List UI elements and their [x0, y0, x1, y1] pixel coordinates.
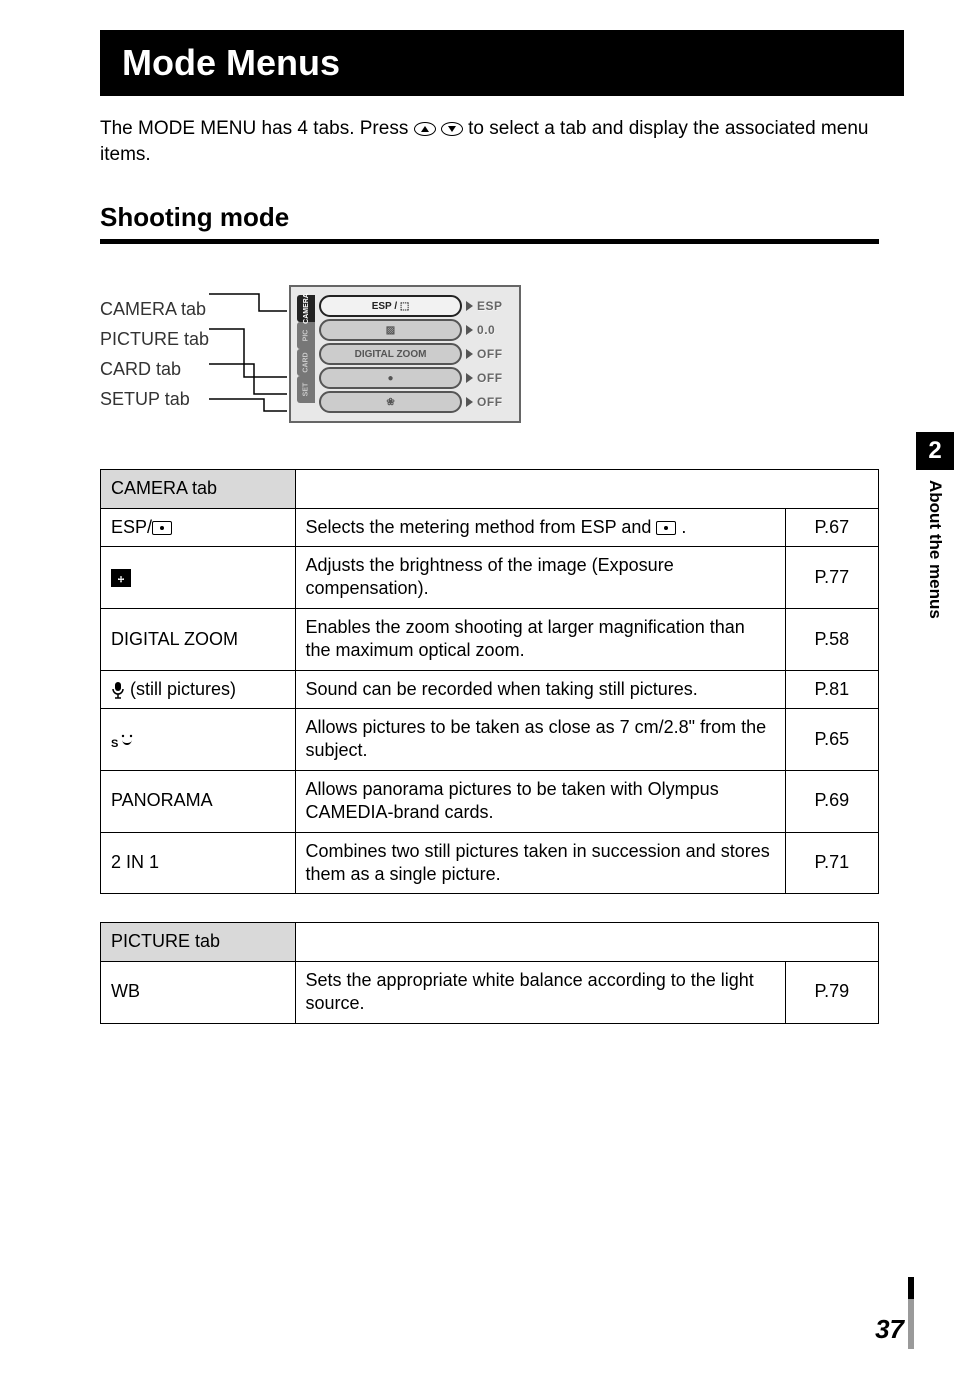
blank-cell [295, 923, 879, 961]
row-name: PANORAMA [101, 770, 296, 832]
page-title: Mode Menus [100, 30, 904, 96]
picture-tab-header: PICTURE tab [101, 923, 296, 961]
camera-tab-header: CAMERA tab [101, 470, 296, 508]
lcd-row: ❀OFF [319, 391, 507, 413]
diagram-label-card: CARD tab [100, 359, 209, 380]
table-row: 2 IN 1 Combines two still pictures taken… [101, 832, 879, 894]
row-page: P.77 [785, 547, 878, 609]
diagram-label-camera: CAMERA tab [100, 299, 209, 320]
row-desc-b: . [676, 517, 686, 537]
row-desc: Sound can be recorded when taking still … [295, 670, 785, 708]
chapter-number: 2 [916, 432, 954, 470]
lcd-row: ▨0.0 [319, 319, 507, 341]
lcd-tab-camera: CAMERA [297, 295, 315, 322]
row-page: P.79 [785, 961, 878, 1023]
camera-tab-table: CAMERA tab ESP/ Selects the metering met… [100, 469, 879, 894]
row-page: P.69 [785, 770, 878, 832]
lcd-row: ●OFF [319, 367, 507, 389]
table-row: PANORAMA Allows panorama pictures to be … [101, 770, 879, 832]
lcd-tab-pic: PIC [297, 322, 315, 349]
triangle-icon [466, 325, 473, 335]
row-desc: Enables the zoom shooting at larger magn… [295, 608, 785, 670]
svg-text:S: S [111, 738, 118, 750]
table-row: ESP/ Selects the metering method from ES… [101, 508, 879, 546]
row-desc: Sets the appropriate white balance accor… [295, 961, 785, 1023]
table-row: (still pictures) Sound can be recorded w… [101, 670, 879, 708]
nav-up-icon [414, 122, 436, 136]
row-desc: Adjusts the brightness of the image (Exp… [295, 547, 785, 609]
nav-down-icon [441, 122, 463, 136]
intro-part-a: The MODE MENU has 4 tabs. Press [100, 118, 414, 139]
row-name: DIGITAL ZOOM [101, 608, 296, 670]
section-heading: Shooting mode [100, 202, 879, 244]
super-macro-icon: S [111, 730, 137, 750]
diagram-label-setup: SETUP tab [100, 389, 209, 410]
row-page: P.65 [785, 709, 878, 771]
connector-lines [209, 279, 289, 429]
triangle-icon [466, 349, 473, 359]
row-name: WB [101, 961, 296, 1023]
page-number: 37 [875, 1314, 904, 1345]
intro-text: The MODE MENU has 4 tabs. Press to selec… [100, 116, 879, 167]
row-desc: Combines two still pictures taken in suc… [295, 832, 785, 894]
row-name: (still pictures) [130, 679, 236, 699]
row-desc: Allows pictures to be taken as close as … [295, 709, 785, 771]
lcd-tab-set: SET [297, 376, 315, 403]
row-desc: Allows panorama pictures to be taken wit… [295, 770, 785, 832]
row-name: ESP/ [111, 517, 152, 537]
tab-diagram: CAMERA tab PICTURE tab CARD tab SETUP ta… [100, 279, 879, 429]
triangle-icon [466, 397, 473, 407]
lcd-mock: CAMERA PIC CARD SET ESP / ⬚ESP ▨0.0 DIGI… [289, 285, 521, 423]
row-page: P.67 [785, 508, 878, 546]
page-decoration-bar [908, 1299, 914, 1349]
lcd-tab-card: CARD [297, 349, 315, 376]
lcd-row: ESP / ⬚ESP [319, 295, 507, 317]
table-row: DIGITAL ZOOM Enables the zoom shooting a… [101, 608, 879, 670]
microphone-icon [111, 681, 125, 699]
side-chapter-tab: 2 About the menus [916, 432, 954, 619]
row-page: P.71 [785, 832, 878, 894]
spot-metering-icon [152, 521, 172, 535]
picture-tab-table: PICTURE tab WB Sets the appropriate whit… [100, 922, 879, 1023]
table-row: S Allows pictures to be taken as close a… [101, 709, 879, 771]
lcd-row: DIGITAL ZOOMOFF [319, 343, 507, 365]
table-row: WB Sets the appropriate white balance ac… [101, 961, 879, 1023]
blank-cell [295, 470, 879, 508]
chapter-title: About the menus [925, 480, 945, 619]
spot-metering-icon [656, 521, 676, 535]
row-name: 2 IN 1 [101, 832, 296, 894]
row-page: P.81 [785, 670, 878, 708]
triangle-icon [466, 373, 473, 383]
exposure-comp-icon: ⧾ [111, 569, 131, 587]
row-desc: Selects the metering method from ESP and [306, 517, 657, 537]
row-page: P.58 [785, 608, 878, 670]
diagram-label-picture: PICTURE tab [100, 329, 209, 350]
triangle-icon [466, 301, 473, 311]
table-row: ⧾ Adjusts the brightness of the image (E… [101, 547, 879, 609]
